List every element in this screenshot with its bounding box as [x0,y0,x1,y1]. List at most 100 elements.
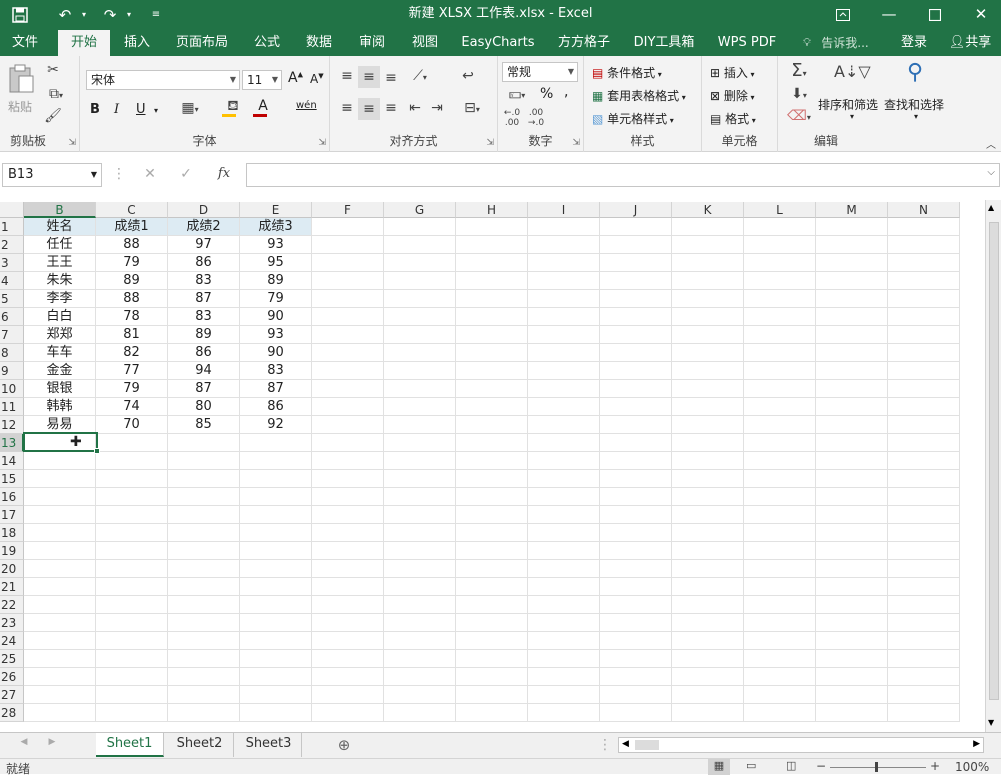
empty-cell[interactable] [744,254,816,272]
empty-cell[interactable] [24,560,96,578]
empty-cell[interactable] [456,416,528,434]
empty-cell[interactable] [600,506,672,524]
empty-cell[interactable] [456,524,528,542]
empty-cell[interactable] [528,272,600,290]
font-size-select[interactable]: 11 ▼ [242,70,282,90]
minimize-icon[interactable]: — [866,0,912,30]
empty-cell[interactable] [528,632,600,650]
sign-in-link[interactable]: 登录 [896,30,932,56]
empty-cell[interactable] [744,488,816,506]
share-button[interactable]: 👤︎共享 [940,30,1000,56]
empty-cell[interactable] [96,614,168,632]
empty-cell[interactable] [312,578,384,596]
empty-cell[interactable] [672,632,744,650]
empty-cell[interactable] [888,578,960,596]
empty-cell[interactable] [456,272,528,290]
empty-cell[interactable] [528,254,600,272]
zoom-level[interactable]: 100% [955,760,989,774]
empty-cell[interactable] [816,398,888,416]
column-header-k[interactable]: K [672,202,744,218]
empty-cell[interactable] [168,704,240,722]
scroll-left-icon[interactable]: ◀ [622,739,629,749]
empty-cell[interactable] [384,650,456,668]
empty-cell[interactable] [744,578,816,596]
empty-cell[interactable] [528,614,600,632]
empty-cell[interactable] [96,488,168,506]
decrease-decimal-icon[interactable]: .00 →.0 [526,108,546,128]
empty-cell[interactable] [672,452,744,470]
table-cell[interactable]: 94 [168,362,240,380]
empty-cell[interactable] [384,560,456,578]
restore-icon[interactable] [912,0,958,30]
table-cell[interactable]: 95 [240,254,312,272]
table-cell[interactable]: 79 [240,290,312,308]
empty-cell[interactable] [456,542,528,560]
empty-cell[interactable] [168,488,240,506]
delete-cells-button[interactable]: ⊠ 删除 ▾ [710,87,754,104]
table-cell[interactable]: 李李 [24,290,96,308]
empty-cell[interactable] [744,416,816,434]
empty-cell[interactable] [600,254,672,272]
empty-cell[interactable] [672,488,744,506]
empty-cell[interactable] [888,308,960,326]
column-header-h[interactable]: H [456,202,528,218]
empty-cell[interactable] [888,506,960,524]
empty-cell[interactable] [816,416,888,434]
empty-cell[interactable] [456,578,528,596]
font-launcher-icon[interactable]: ⇲ [318,138,326,148]
empty-cell[interactable] [888,398,960,416]
empty-cell[interactable] [240,686,312,704]
cut-icon[interactable]: ✂ [44,62,62,78]
empty-cell[interactable] [312,650,384,668]
table-cell[interactable]: 81 [96,326,168,344]
format-cells-button[interactable]: ▤ 格式 ▾ [710,110,756,127]
empty-cell[interactable] [672,272,744,290]
empty-cell[interactable] [888,272,960,290]
empty-cell[interactable] [168,560,240,578]
empty-cell[interactable] [744,452,816,470]
table-cell[interactable]: 89 [168,326,240,344]
empty-cell[interactable] [312,362,384,380]
empty-cell[interactable] [528,236,600,254]
row-header-28[interactable]: 28 [0,704,24,722]
empty-cell[interactable] [816,344,888,362]
empty-cell[interactable] [744,704,816,722]
number-launcher-icon[interactable]: ⇲ [572,138,580,148]
row-header-19[interactable]: 19 [0,542,24,560]
scroll-sheet-left-icon[interactable]: ◀ [18,737,30,747]
empty-cell[interactable] [168,578,240,596]
empty-cell[interactable] [600,668,672,686]
column-header-e[interactable]: E [240,202,312,218]
empty-cell[interactable] [744,524,816,542]
underline-dropdown-icon[interactable]: ▾ [154,106,158,115]
vertical-scroll-thumb[interactable] [989,222,999,700]
table-cell[interactable]: 83 [240,362,312,380]
empty-cell[interactable] [96,524,168,542]
empty-cell[interactable] [744,272,816,290]
row-header-21[interactable]: 21 [0,578,24,596]
column-header-c[interactable]: C [96,202,168,218]
column-header-l[interactable]: L [744,202,816,218]
empty-cell[interactable] [240,560,312,578]
tab-wps-pdf[interactable]: WPS PDF [712,30,782,56]
empty-cell[interactable] [384,488,456,506]
row-header-3[interactable]: 3 [0,254,24,272]
empty-cell[interactable] [528,542,600,560]
cancel-icon[interactable]: ✕ [140,166,160,182]
empty-cell[interactable] [816,596,888,614]
empty-cell[interactable] [240,506,312,524]
empty-cell[interactable] [744,470,816,488]
empty-cell[interactable] [744,686,816,704]
add-sheet-icon[interactable]: ⊕ [334,736,354,754]
empty-cell[interactable] [384,578,456,596]
copy-icon[interactable]: ⧉▾ [44,86,68,102]
horizontal-scrollbar[interactable]: ◀ ▶ [618,737,984,753]
empty-cell[interactable] [528,326,600,344]
empty-cell[interactable] [672,506,744,524]
row-header-17[interactable]: 17 [0,506,24,524]
empty-cell[interactable] [456,344,528,362]
empty-cell[interactable] [888,380,960,398]
empty-cell[interactable] [24,668,96,686]
empty-cell[interactable] [312,290,384,308]
empty-cell[interactable] [96,686,168,704]
